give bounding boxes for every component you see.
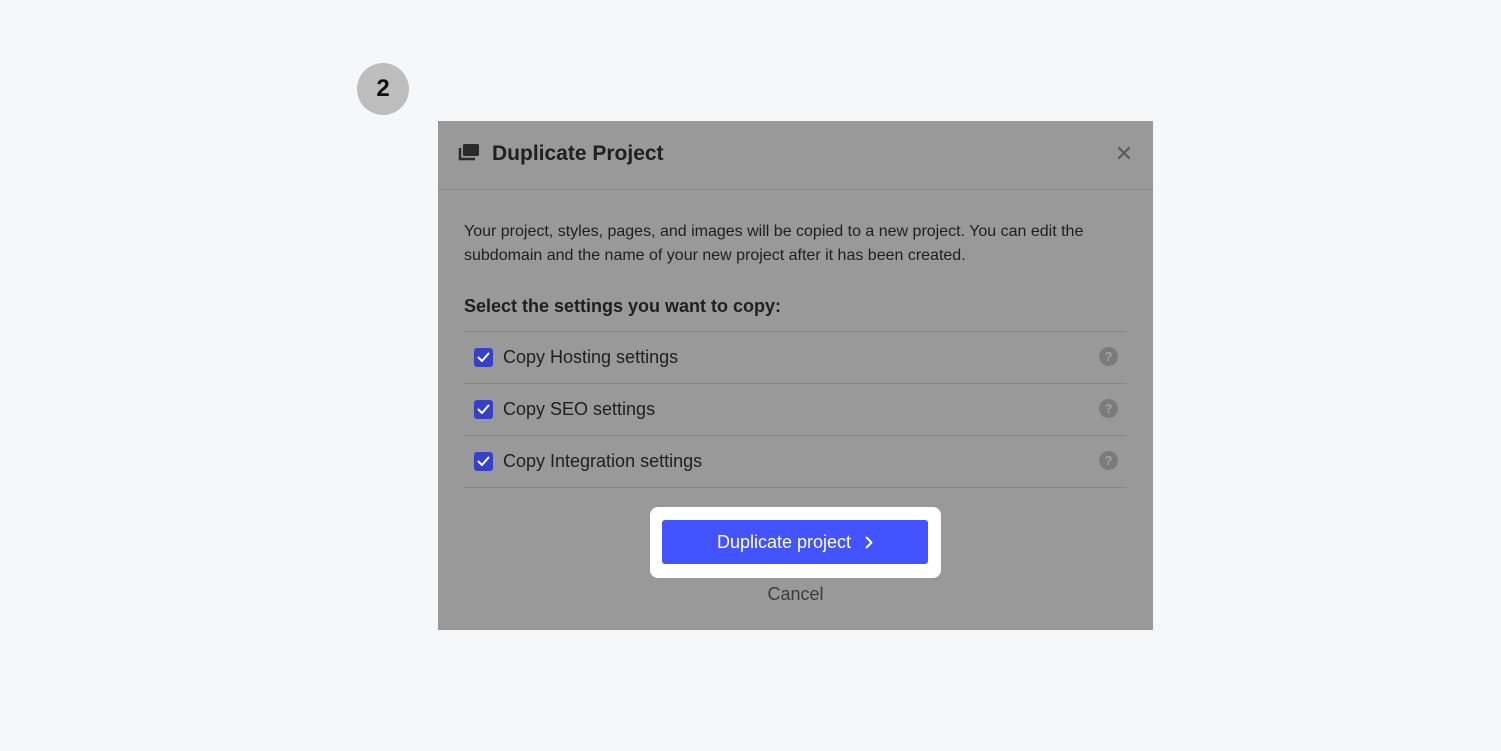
hosting-settings-checkbox[interactable] <box>474 348 493 367</box>
duplicate-project-button-label: Duplicate project <box>716 531 852 552</box>
settings-list: Copy Hosting settings ? Copy SEO setting… <box>464 332 1127 488</box>
duplicate-project-button[interactable]: Duplicate project <box>662 520 928 564</box>
settings-heading: Select the settings you want to copy: <box>464 295 1127 332</box>
help-icon[interactable]: ? <box>1099 347 1118 366</box>
setting-row-integration: Copy Integration settings ? <box>464 436 1127 488</box>
dialog-header: Duplicate Project <box>438 121 1153 190</box>
dialog-description: Your project, styles, pages, and images … <box>464 223 1084 264</box>
integration-settings-checkbox[interactable] <box>474 452 493 471</box>
checkmark-icon <box>477 352 490 362</box>
hosting-settings-label: Copy Hosting settings <box>503 347 679 367</box>
cancel-link[interactable]: Cancel <box>438 584 1153 605</box>
duplicate-pages-icon <box>458 144 479 162</box>
step-number-badge: 2 <box>357 63 409 115</box>
setting-row-hosting: Copy Hosting settings ? <box>464 332 1127 384</box>
help-icon[interactable]: ? <box>1099 399 1118 418</box>
dialog-title: Duplicate Project <box>492 142 664 165</box>
chevron-right-icon <box>865 536 873 548</box>
setting-row-seo: Copy SEO settings ? <box>464 384 1127 436</box>
checkmark-icon <box>477 404 490 414</box>
integration-settings-label: Copy Integration settings <box>503 451 703 471</box>
checkmark-icon <box>477 456 490 466</box>
close-icon[interactable] <box>1113 142 1135 164</box>
dialog-body: Your project, styles, pages, and images … <box>438 220 1153 488</box>
seo-settings-label: Copy SEO settings <box>503 399 656 419</box>
help-icon[interactable]: ? <box>1099 451 1118 470</box>
seo-settings-checkbox[interactable] <box>474 400 493 419</box>
